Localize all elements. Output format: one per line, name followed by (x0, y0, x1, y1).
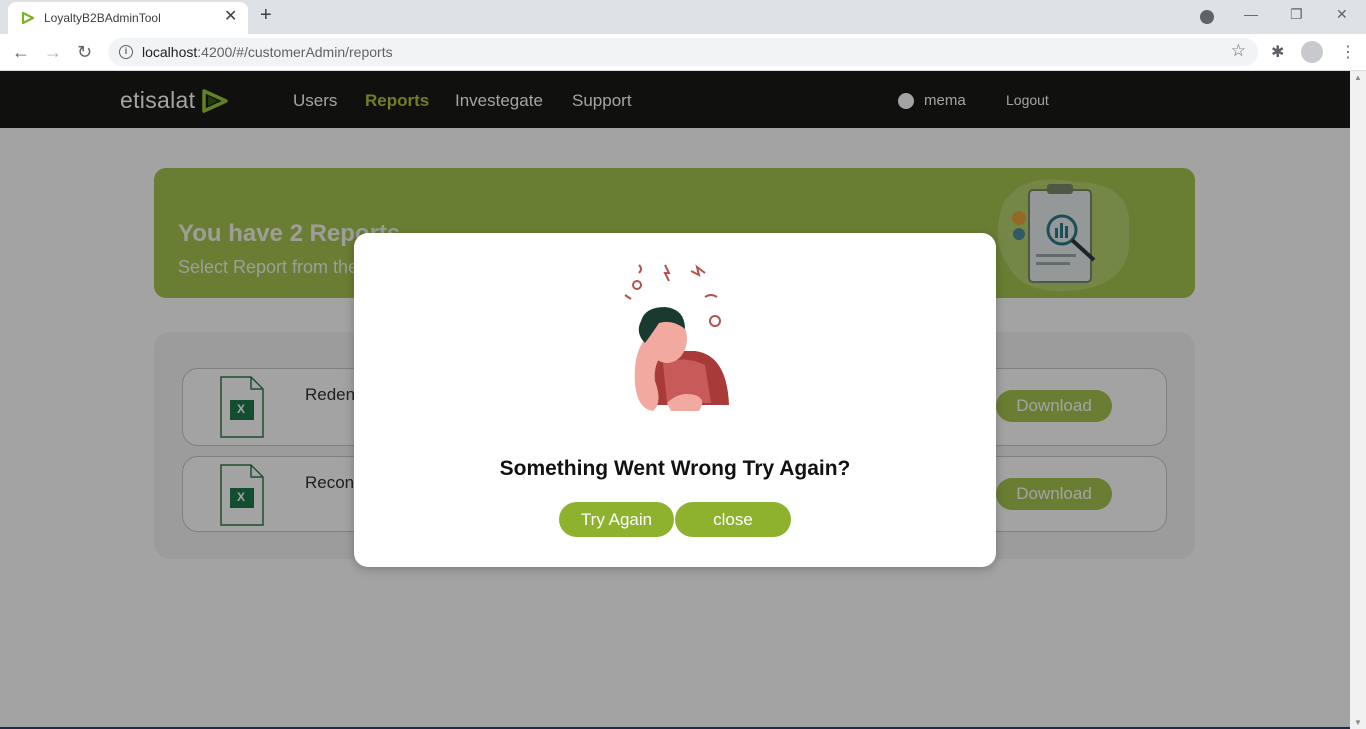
close-button[interactable]: close (675, 502, 791, 537)
url-field[interactable]: i localhost:4200/#/customerAdmin/reports… (108, 38, 1258, 66)
new-tab-icon[interactable]: + (260, 4, 272, 27)
site-info-icon[interactable]: i (119, 45, 133, 59)
favicon-icon (21, 11, 35, 25)
scroll-up-icon[interactable]: ▲ (1354, 73, 1362, 82)
reload-icon[interactable]: ↻ (77, 42, 92, 63)
extensions-icon[interactable]: ✱ (1271, 42, 1284, 62)
page-scrollbar[interactable]: ▲ ▼ (1350, 71, 1366, 729)
address-toolbar: ← → ↻ i localhost:4200/#/customerAdmin/r… (0, 34, 1366, 71)
minimize-icon[interactable]: — (1244, 6, 1258, 22)
try-again-button[interactable]: Try Again (559, 502, 674, 537)
browser-menu-icon[interactable]: ⋮ (1340, 42, 1356, 62)
frustrated-person-illustration (624, 264, 729, 411)
error-dialog: Something Went Wrong Try Again? Try Agai… (354, 233, 996, 567)
back-icon[interactable]: ← (12, 42, 30, 63)
scroll-down-icon[interactable]: ▼ (1354, 718, 1362, 727)
window-close-icon[interactable]: ✕ (1336, 6, 1348, 23)
browser-tab-bar: LoyaltyB2BAdminTool ✕ + — ❐ ✕ (0, 0, 1366, 34)
url-host: localhost (142, 44, 198, 60)
tab-title: LoyaltyB2BAdminTool (44, 11, 161, 25)
restore-icon[interactable]: ❐ (1290, 6, 1303, 23)
tab-close-icon[interactable]: ✕ (224, 8, 237, 26)
error-message: Something Went Wrong Try Again? (499, 457, 851, 480)
profile-avatar-icon[interactable] (1301, 41, 1323, 63)
bookmark-star-icon[interactable]: ☆ (1231, 41, 1246, 61)
url-path: :4200/#/customerAdmin/reports (197, 44, 393, 60)
browser-tab[interactable]: LoyaltyB2BAdminTool ✕ (8, 2, 248, 34)
tab-search-icon[interactable] (1200, 10, 1214, 24)
url-text: localhost:4200/#/customerAdmin/reports (142, 44, 393, 60)
forward-icon[interactable]: → (44, 42, 62, 63)
